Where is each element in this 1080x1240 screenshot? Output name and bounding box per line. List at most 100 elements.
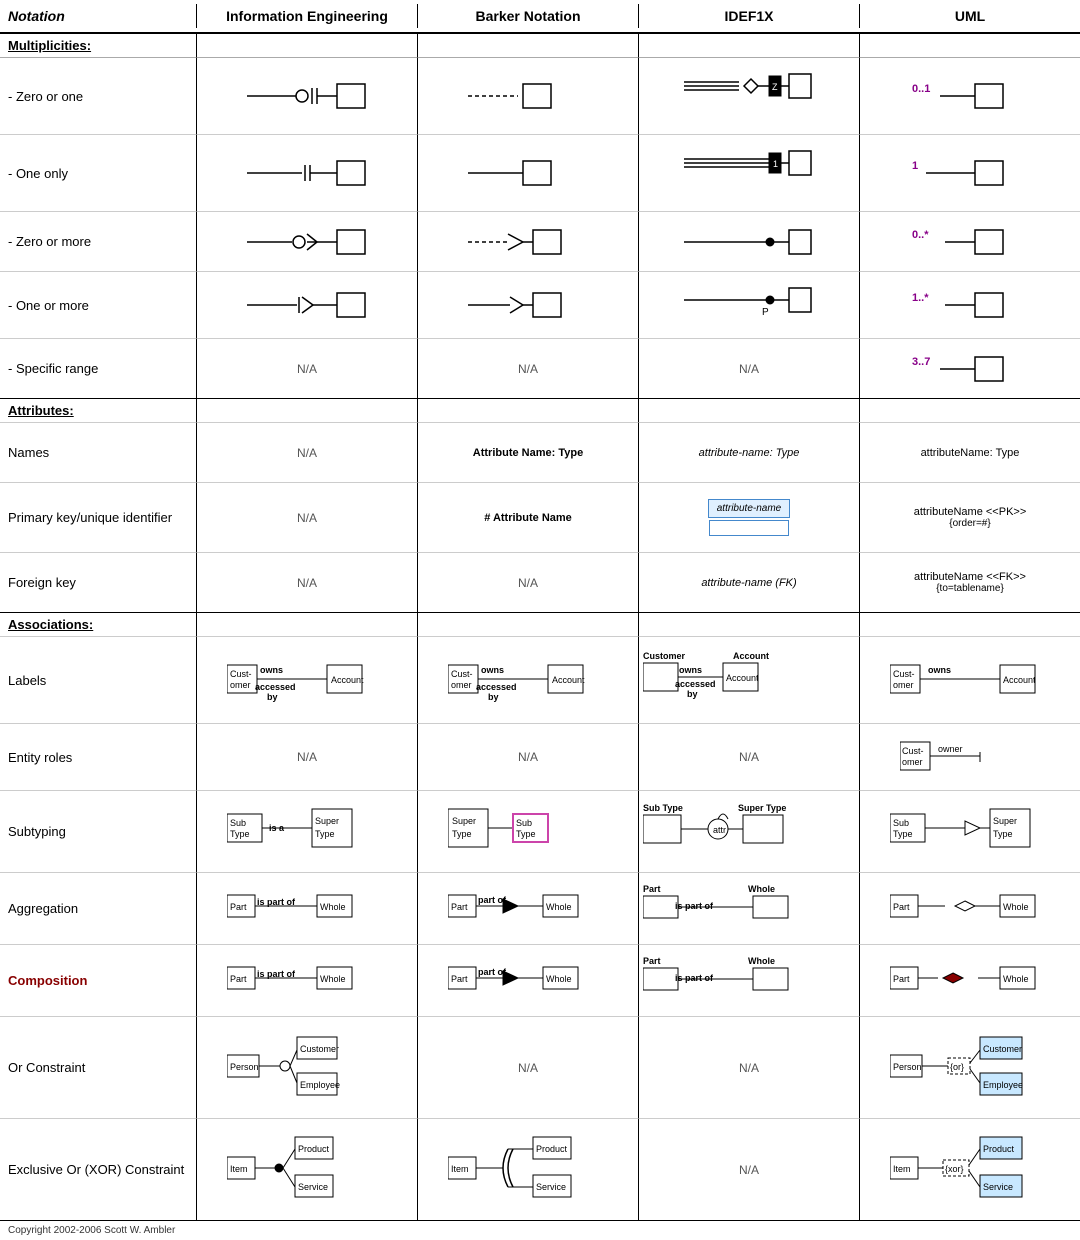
- barker-labels: Cust- omer owns accessed by Account: [417, 636, 638, 723]
- barker-primary-key: # Attribute Name: [417, 482, 638, 552]
- main-page: Notation Information Engineering Barker …: [0, 0, 1080, 1240]
- idef1x-subtyping: Sub Type Super Type attr: [638, 790, 859, 872]
- uml-one-only: 1: [859, 134, 1080, 211]
- uml-xor-constraint: Item {xor} Product Service: [859, 1118, 1080, 1220]
- barker-one-only: [417, 134, 638, 211]
- ie-xor-constraint: Item Product Service: [196, 1118, 417, 1220]
- ie-one-or-more: [196, 271, 417, 338]
- svg-text:Item: Item: [893, 1164, 911, 1174]
- svg-text:Part: Part: [451, 974, 468, 984]
- svg-text:0..*: 0..*: [912, 229, 929, 241]
- svg-text:Service: Service: [983, 1182, 1013, 1192]
- ie-composition: Part is part of Whole: [196, 944, 417, 1016]
- svg-text:owns: owns: [481, 665, 504, 675]
- svg-text:Part: Part: [893, 902, 910, 912]
- svg-text:Whole: Whole: [546, 902, 572, 912]
- svg-text:Sub: Sub: [893, 818, 909, 828]
- specific-range-row: - Specific range N/A N/A N/A 3..7: [0, 338, 1080, 398]
- svg-text:Whole: Whole: [320, 902, 346, 912]
- svg-text:Employee: Employee: [300, 1080, 340, 1090]
- ie-subtyping: Sub Type is a Super Type: [196, 790, 417, 872]
- uml-header: UML: [859, 4, 1080, 28]
- ie-zero-or-more: [196, 211, 417, 271]
- svg-text:Type: Type: [893, 829, 913, 839]
- labels-row: Labels Cust- omer owns accessed by Accou…: [0, 636, 1080, 723]
- zero-or-more-row: - Zero or more: [0, 211, 1080, 271]
- one-only-label: - One only: [0, 134, 196, 211]
- idef1x-specific-range: N/A: [638, 338, 859, 398]
- svg-text:omer: omer: [902, 757, 923, 767]
- svg-text:Part: Part: [230, 974, 247, 984]
- svg-text:Cust-: Cust-: [902, 746, 924, 756]
- svg-text:owns: owns: [260, 665, 283, 675]
- idef1x-one-only: 1: [638, 134, 859, 211]
- foreign-key-label: Foreign key: [0, 552, 196, 612]
- ie-header: Information Engineering: [196, 4, 417, 28]
- svg-text:Part: Part: [643, 884, 661, 894]
- svg-text:Type: Type: [315, 829, 335, 839]
- barker-or-constraint: N/A: [417, 1016, 638, 1118]
- uml-primary-key: attributeName <<PK>> {order=#}: [859, 482, 1080, 552]
- one-only-row: - One only 1: [0, 134, 1080, 211]
- uml-one-or-more: 1..*: [859, 271, 1080, 338]
- svg-text:Super Type: Super Type: [738, 803, 786, 813]
- uml-names: attributeName: Type: [859, 422, 1080, 482]
- barker-entity-roles: N/A: [417, 723, 638, 790]
- ie-zero-or-one: [196, 57, 417, 134]
- barker-foreign-key: N/A: [417, 552, 638, 612]
- idef1x-labels: Customer Account owns accessed by Accoun…: [638, 636, 859, 723]
- uml-foreign-key: attributeName <<FK>> {to=tablename}: [859, 552, 1080, 612]
- svg-text:Part: Part: [451, 902, 468, 912]
- svg-text:Product: Product: [983, 1144, 1015, 1154]
- svg-text:1..*: 1..*: [912, 292, 929, 304]
- notation-header: Notation: [0, 4, 196, 28]
- svg-text:Type: Type: [230, 829, 250, 839]
- svg-text:attr: attr: [713, 825, 726, 835]
- svg-text:3..7: 3..7: [912, 356, 930, 368]
- idef1x-primary-key: attribute-name: [638, 482, 859, 552]
- svg-text:Service: Service: [536, 1182, 566, 1192]
- svg-text:Cust-: Cust-: [893, 669, 915, 679]
- barker-xor-constraint: Item Product Service: [417, 1118, 638, 1220]
- idef1x-one-or-more: P: [638, 271, 859, 338]
- one-or-more-row: - One or more: [0, 271, 1080, 338]
- svg-text:Cust-: Cust-: [451, 669, 473, 679]
- primary-key-label: Primary key/unique identifier: [0, 482, 196, 552]
- barker-composition: Part part of Whole: [417, 944, 638, 1016]
- idef1x-foreign-key: attribute-name (FK): [638, 552, 859, 612]
- attributes-label: Attributes:: [0, 398, 196, 422]
- uml-specific-range: 3..7: [859, 338, 1080, 398]
- or-constraint-label: Or Constraint: [0, 1016, 196, 1118]
- svg-text:Person: Person: [893, 1062, 922, 1072]
- svg-text:owns: owns: [679, 665, 702, 675]
- svg-text:Part: Part: [893, 974, 910, 984]
- svg-text:Part: Part: [230, 902, 247, 912]
- svg-text:Account: Account: [733, 651, 769, 661]
- multiplicities-section-header: Multiplicities:: [0, 33, 1080, 57]
- specific-range-label: - Specific range: [0, 338, 196, 398]
- svg-text:{xor}: {xor}: [945, 1164, 964, 1174]
- names-label: Names: [0, 422, 196, 482]
- barker-one-or-more: [417, 271, 638, 338]
- idef1x-header: IDEF1X: [638, 4, 859, 28]
- idef1x-zero-or-more: [638, 211, 859, 271]
- labels-label: Labels: [0, 636, 196, 723]
- svg-text:Item: Item: [230, 1164, 248, 1174]
- svg-text:Super: Super: [315, 816, 339, 826]
- svg-text:Customer: Customer: [300, 1044, 339, 1054]
- svg-text:Type: Type: [516, 829, 536, 839]
- svg-text:P: P: [762, 307, 769, 318]
- idef1x-or-constraint: N/A: [638, 1016, 859, 1118]
- aggregation-row: Aggregation Part is part of Whole Part p…: [0, 872, 1080, 944]
- svg-text:by: by: [267, 692, 278, 702]
- idef1x-zero-or-one: Z: [638, 57, 859, 134]
- svg-text:is part of: is part of: [675, 901, 714, 911]
- svg-text:by: by: [687, 689, 698, 699]
- ie-entity-roles: N/A: [196, 723, 417, 790]
- svg-text:Whole: Whole: [546, 974, 572, 984]
- svg-text:Whole: Whole: [748, 956, 775, 966]
- ie-one-only: [196, 134, 417, 211]
- svg-text:Z: Z: [772, 82, 778, 92]
- svg-text:accessed: accessed: [476, 682, 517, 692]
- ie-specific-range: N/A: [196, 338, 417, 398]
